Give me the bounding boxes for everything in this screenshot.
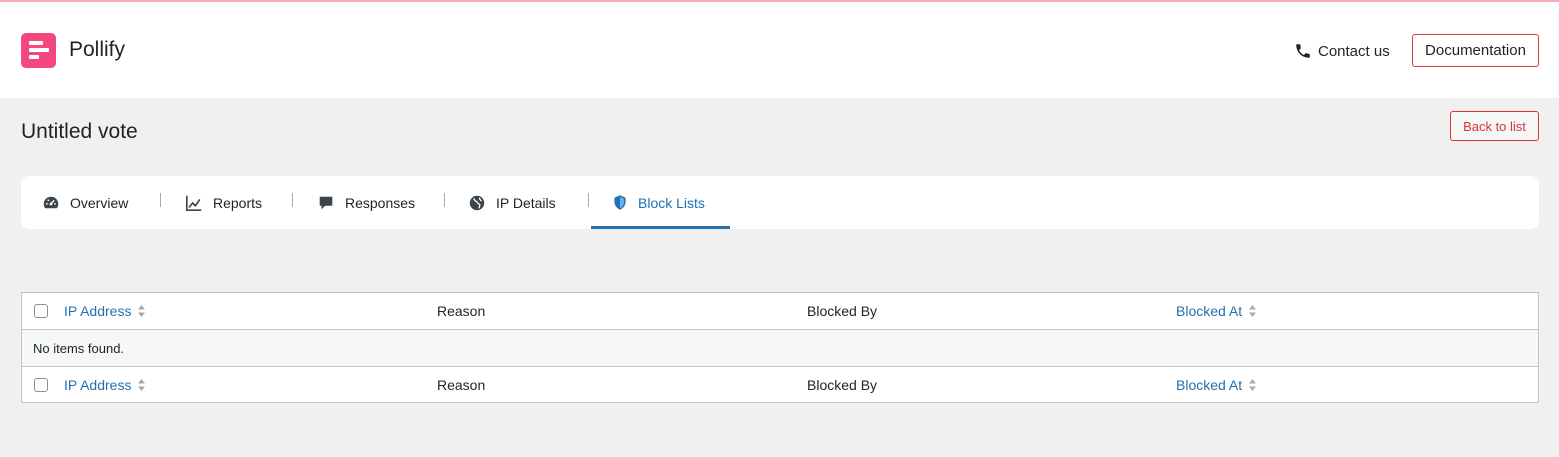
chart-line-icon (185, 195, 202, 211)
tab-bar: Overview Reports Responses IP Details Bl… (21, 176, 1539, 229)
comment-icon (319, 196, 333, 209)
page-title: Untitled vote (21, 120, 138, 143)
pollify-logo-icon (21, 33, 56, 68)
select-all-checkbox[interactable] (34, 304, 48, 318)
column-blocked-at[interactable]: Blocked At (1176, 293, 1257, 329)
table-row: No items found. (22, 330, 1538, 366)
tab-responses-label: Responses (345, 194, 416, 211)
tab-ip-details-label: IP Details (496, 194, 556, 211)
tab-reports[interactable]: Reports (185, 176, 262, 229)
dashboard-icon (43, 196, 59, 208)
back-to-list-button[interactable]: Back to list (1450, 111, 1539, 141)
tab-block-lists[interactable]: Block Lists (591, 176, 730, 229)
sort-icon (1249, 305, 1257, 317)
tab-reports-label: Reports (213, 194, 263, 211)
sort-icon (1249, 379, 1257, 391)
tab-separator (292, 193, 293, 207)
shield-icon (614, 195, 626, 210)
column-ip-address[interactable]: IP Address (64, 367, 146, 403)
brand-name: Pollify (69, 38, 126, 61)
table-footer-row: IP Address Reason Blocked By Blocked At (22, 366, 1538, 403)
column-reason: Reason (437, 377, 486, 393)
phone-icon (1296, 44, 1310, 58)
contact-us-link[interactable]: Contact us (1294, 40, 1390, 62)
globe-icon (469, 195, 485, 210)
empty-message: No items found. (33, 340, 125, 356)
tab-separator (444, 193, 445, 207)
tab-block-lists-label: Block Lists (638, 194, 705, 211)
contact-us-label: Contact us (1318, 42, 1390, 60)
table-header-row: IP Address Reason Blocked By Blocked At (22, 293, 1538, 330)
column-blocked-by: Blocked By (807, 377, 878, 393)
column-ip-address[interactable]: IP Address (64, 293, 146, 329)
tab-overview[interactable]: Overview (42, 176, 128, 229)
sort-icon (138, 305, 146, 317)
column-blocked-by: Blocked By (807, 303, 878, 319)
column-blocked-at[interactable]: Blocked At (1176, 367, 1257, 403)
documentation-button[interactable]: Documentation (1412, 34, 1539, 67)
column-reason: Reason (437, 303, 486, 319)
select-all-checkbox[interactable] (34, 378, 48, 392)
app-header: Pollify Contact us Documentation (0, 2, 1559, 98)
tab-overview-label: Overview (70, 194, 129, 211)
tab-responses[interactable]: Responses (317, 176, 415, 229)
block-list-table: IP Address Reason Blocked By Blocked At … (21, 292, 1539, 403)
tab-separator (588, 193, 589, 207)
sort-icon (138, 379, 146, 391)
tab-ip-details[interactable]: IP Details (468, 176, 556, 229)
tab-separator (160, 193, 161, 207)
